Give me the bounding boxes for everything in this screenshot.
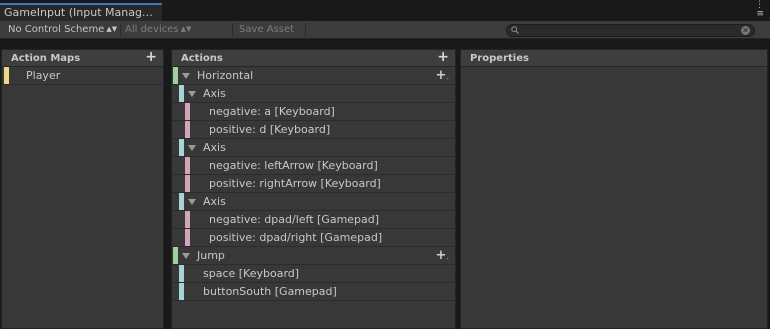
toolbar-divider	[305, 23, 306, 37]
control-scheme-dropdown[interactable]: No Control Scheme ▲▼	[8, 21, 117, 39]
toolbar-divider	[120, 23, 121, 37]
action-row[interactable]: Horizontal +.	[172, 67, 455, 85]
action-map-label: Player	[26, 69, 61, 82]
control-scheme-label: No Control Scheme	[8, 24, 105, 35]
action-maps-list: Player	[2, 67, 163, 85]
tree-color-bar	[185, 211, 190, 228]
composite-row[interactable]: Axis	[172, 139, 455, 157]
add-binding-icon[interactable]: +.	[436, 247, 449, 265]
tab-menu-icon[interactable]: ⋮ ≡	[750, 1, 764, 19]
devices-dropdown[interactable]: All devices ▲▼	[125, 21, 191, 39]
search-field[interactable]: ✕	[506, 24, 755, 37]
tree-color-bar	[173, 247, 178, 264]
action-maps-header: Action Maps +	[2, 50, 163, 67]
tree-color-bar	[185, 121, 190, 138]
add-binding-icon[interactable]: +.	[436, 67, 449, 85]
actions-panel: Actions + Horizontal +. Axis negative: a [K…	[171, 49, 456, 329]
action-maps-panel: Action Maps + Player	[1, 49, 164, 329]
binding-row[interactable]: positive: dpad/right [Gamepad]	[172, 229, 455, 247]
tree-color-bar	[179, 265, 184, 282]
toolbar-divider	[232, 23, 233, 37]
expand-triangle-icon[interactable]	[182, 253, 190, 259]
properties-header: Properties	[461, 50, 767, 67]
action-maps-title: Action Maps	[11, 53, 81, 64]
tree-color-bar	[185, 175, 190, 192]
add-action-map-icon[interactable]: +	[145, 50, 157, 65]
tree-item-label: Axis	[203, 141, 226, 154]
expand-triangle-icon[interactable]	[188, 145, 196, 151]
binding-row[interactable]: buttonSouth [Gamepad]	[172, 283, 455, 301]
binding-row[interactable]: negative: leftArrow [Keyboard]	[172, 157, 455, 175]
add-action-icon[interactable]: +	[437, 50, 449, 65]
tree-item-label: Axis	[203, 87, 226, 100]
clear-search-icon[interactable]: ✕	[741, 26, 750, 35]
actions-tree: Horizontal +. Axis negative: a [Keyboard] po…	[172, 67, 455, 301]
composite-row[interactable]: Axis	[172, 193, 455, 211]
action-map-color-bar	[4, 67, 9, 84]
tree-item-label: Axis	[203, 195, 226, 208]
tree-item-label: positive: rightArrow [Keyboard]	[209, 177, 381, 190]
binding-row[interactable]: negative: a [Keyboard]	[172, 103, 455, 121]
tree-item-label: negative: dpad/left [Gamepad]	[209, 213, 380, 226]
tree-item-label: negative: a [Keyboard]	[209, 105, 335, 118]
save-asset-button[interactable]: Save Asset	[239, 21, 294, 39]
tree-color-bar	[185, 157, 190, 174]
tree-color-bar	[179, 193, 184, 210]
composite-row[interactable]: Axis	[172, 85, 455, 103]
tree-color-bar	[179, 283, 184, 300]
binding-row[interactable]: positive: d [Keyboard]	[172, 121, 455, 139]
tree-color-bar	[173, 67, 178, 84]
binding-row[interactable]: space [Keyboard]	[172, 265, 455, 283]
tree-color-bar	[179, 139, 184, 156]
properties-title: Properties	[470, 53, 529, 64]
tree-item-label: buttonSouth [Gamepad]	[203, 285, 337, 298]
devices-label: All devices	[125, 24, 179, 35]
properties-panel: Properties	[460, 49, 768, 329]
search-icon	[511, 26, 519, 34]
binding-row[interactable]: positive: rightArrow [Keyboard]	[172, 175, 455, 193]
tree-item-label: positive: d [Keyboard]	[209, 123, 331, 136]
tree-item-label: space [Keyboard]	[203, 267, 300, 280]
dropdown-arrows-icon: ▲▼	[180, 25, 192, 33]
action-row[interactable]: Jump +.	[172, 247, 455, 265]
actions-title: Actions	[181, 53, 223, 64]
action-map-item[interactable]: Player	[2, 67, 163, 85]
expand-triangle-icon[interactable]	[188, 199, 196, 205]
tree-item-label: positive: dpad/right [Gamepad]	[209, 231, 383, 244]
actions-header: Actions +	[172, 50, 455, 67]
tree-item-label: Jump	[197, 249, 225, 262]
tree-color-bar	[179, 85, 184, 102]
dropdown-arrows-icon: ▲▼	[106, 25, 118, 33]
expand-triangle-icon[interactable]	[182, 73, 190, 79]
tree-color-bar	[185, 229, 190, 246]
expand-triangle-icon[interactable]	[188, 91, 196, 97]
tree-item-label: Horizontal	[197, 69, 254, 82]
toolbar: No Control Scheme ▲▼ All devices ▲▼ Save A…	[0, 21, 770, 39]
binding-row[interactable]: negative: dpad/left [Gamepad]	[172, 211, 455, 229]
window-tab-strip: GameInput (Input Manag… ⋮ ≡	[0, 0, 770, 21]
window-tab-gameinput[interactable]: GameInput (Input Manag…	[0, 3, 162, 21]
tree-item-label: negative: leftArrow [Keyboard]	[209, 159, 378, 172]
tree-color-bar	[185, 103, 190, 120]
